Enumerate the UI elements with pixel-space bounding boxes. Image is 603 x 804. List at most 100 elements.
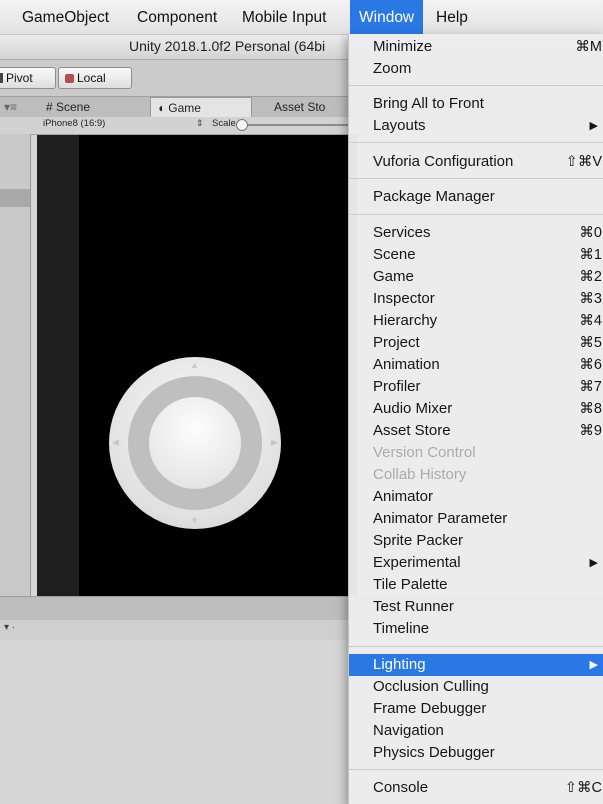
menu-help[interactable]: Help [432, 0, 472, 34]
menu-separator [349, 178, 603, 179]
menu-item-label: Vuforia Configuration [373, 153, 514, 170]
menu-mobile-input[interactable]: Mobile Input [238, 0, 330, 34]
menu-item-audio-mixer[interactable]: Audio Mixer ⌘8 [349, 398, 603, 420]
local-button[interactable]: Local [58, 67, 132, 89]
resolution-dropdown[interactable]: iPhone8 (16:9) [43, 118, 105, 129]
joystick-down-arrow-icon: ▼ [190, 515, 199, 525]
menu-separator [349, 142, 603, 143]
menu-item-sprite-packer[interactable]: Sprite Packer [349, 530, 603, 552]
menu-item-asset-store[interactable]: Asset Store ⌘9 [349, 420, 603, 442]
menu-item-zoom[interactable]: Zoom [349, 58, 603, 80]
menu-item-label: Game [373, 268, 414, 285]
menu-separator [349, 646, 603, 647]
menu-item-label: Services [373, 224, 431, 241]
menu-item-label: Layouts [373, 117, 426, 134]
menu-item-profiler[interactable]: Profiler ⌘7 [349, 376, 603, 398]
scale-slider-track[interactable] [240, 124, 348, 126]
menu-item-shortcut: ⌘7 [579, 379, 602, 395]
pivot-icon [0, 73, 3, 83]
window-title: Unity 2018.1.0f2 Personal (64bi [129, 38, 326, 54]
pivot-label: Pivot [6, 71, 33, 85]
menu-item-timeline[interactable]: Timeline [349, 618, 603, 640]
menu-item-shortcut: ⌘9 [579, 423, 602, 439]
menu-item-navigation[interactable]: Navigation [349, 720, 603, 742]
menu-item-vuforia-configuration[interactable]: Vuforia Configuration ⇧⌘V [349, 151, 603, 173]
menu-item-label: Bring All to Front [373, 95, 484, 112]
menu-gameobject[interactable]: GameObject [18, 0, 113, 34]
menu-item-shortcut: ⌘0 [579, 225, 602, 241]
menu-item-experimental[interactable]: Experimental ▶ [349, 552, 603, 574]
menu-item-label: Asset Store [373, 422, 451, 439]
scale-slider-handle[interactable] [236, 119, 248, 131]
tab-scene[interactable]: # Scene [42, 97, 94, 117]
menu-item-label: Package Manager [373, 188, 495, 205]
menu-item-frame-debugger[interactable]: Frame Debugger [349, 698, 603, 720]
menu-item-label: Collab History [373, 466, 467, 483]
menu-item-test-runner[interactable]: Test Runner [349, 596, 603, 618]
menu-item-services[interactable]: Services ⌘0 [349, 222, 603, 244]
joystick-right-arrow-icon: ▶ [271, 437, 278, 447]
menu-item-label: Inspector [373, 290, 435, 307]
joystick-up-arrow-icon: ▲ [190, 360, 199, 370]
bottom-panel-menu-icon[interactable]: ▾ · [4, 622, 15, 633]
menu-item-project[interactable]: Project ⌘5 [349, 332, 603, 354]
menu-item-label: Profiler [373, 378, 421, 395]
menu-item-shortcut: ⌘6 [579, 357, 602, 373]
menu-separator [349, 769, 603, 770]
menu-bar: GameObject Component Mobile Input Window… [0, 0, 603, 35]
cube-icon [65, 74, 74, 83]
menu-item-animation[interactable]: Animation ⌘6 [349, 354, 603, 376]
tab-game[interactable]: ◖ Game [150, 97, 252, 118]
local-label: Local [77, 71, 106, 85]
left-panel-selected-row[interactable] [0, 189, 30, 207]
menu-item-animator[interactable]: Animator [349, 486, 603, 508]
joystick-left-arrow-icon: ◀ [112, 437, 119, 447]
menu-item-scene[interactable]: Scene ⌘1 [349, 244, 603, 266]
menu-item-layouts[interactable]: Layouts ▶ [349, 115, 603, 137]
menu-window[interactable]: Window [350, 0, 424, 34]
menu-item-game[interactable]: Game ⌘2 [349, 266, 603, 288]
submenu-arrow-icon: ▶ [589, 659, 598, 671]
menu-item-shortcut: ⌘M [575, 39, 602, 55]
menu-item-lighting[interactable]: Lighting ▶ [349, 654, 603, 676]
game-icon: ◖ [157, 101, 165, 115]
menu-item-bring-all-to-front[interactable]: Bring All to Front [349, 93, 603, 115]
menu-item-console[interactable]: Console ⇧⌘C [349, 777, 603, 799]
menu-item-label: Test Runner [373, 598, 454, 615]
menu-item-animator-parameter[interactable]: Animator Parameter [349, 508, 603, 530]
menu-item-label: Lighting [373, 656, 426, 673]
menu-item-label: Animator [373, 488, 434, 505]
menu-component[interactable]: Component [133, 0, 221, 34]
menu-item-shortcut: ⌘8 [579, 401, 602, 417]
menu-item-tile-palette[interactable]: Tile Palette [349, 574, 603, 596]
panel-menu-icon[interactable]: ▾≡ [4, 97, 24, 117]
pivot-button[interactable]: Pivot [0, 67, 56, 89]
menu-item-label: Zoom [373, 60, 412, 77]
menu-item-package-manager[interactable]: Package Manager [349, 186, 603, 208]
menu-item-label: Animator Parameter [373, 510, 508, 527]
menu-item-label: Timeline [373, 620, 430, 637]
menu-item-occlusion-culling[interactable]: Occlusion Culling [349, 676, 603, 698]
menu-item-inspector[interactable]: Inspector ⌘3 [349, 288, 603, 310]
menu-item-version-control: Version Control [349, 442, 603, 464]
menu-item-label: Sprite Packer [373, 532, 464, 549]
menu-item-label: Animation [373, 356, 440, 373]
menu-item-minimize[interactable]: Minimize ⌘M [349, 36, 603, 58]
menu-item-hierarchy[interactable]: Hierarchy ⌘4 [349, 310, 603, 332]
menu-item-collab-history: Collab History [349, 464, 603, 486]
tab-asset-store[interactable]: Asset Sto [272, 97, 327, 117]
menu-item-label: Version Control [373, 444, 476, 461]
menu-item-label: Scene [373, 246, 416, 263]
menu-item-label: Experimental [373, 554, 461, 571]
menu-separator [349, 214, 603, 215]
menu-item-label: Project [373, 334, 420, 351]
menu-item-label: Occlusion Culling [373, 678, 489, 695]
game-view-gutter [37, 135, 79, 596]
menu-item-label: Hierarchy [373, 312, 438, 329]
menu-item-physics-debugger[interactable]: Physics Debugger [349, 742, 603, 764]
menu-separator [349, 85, 603, 86]
menu-item-label: Frame Debugger [373, 700, 487, 717]
menu-item-label: Minimize [373, 38, 433, 55]
joystick-knob[interactable] [149, 397, 241, 489]
menu-item-label: Audio Mixer [373, 400, 453, 417]
